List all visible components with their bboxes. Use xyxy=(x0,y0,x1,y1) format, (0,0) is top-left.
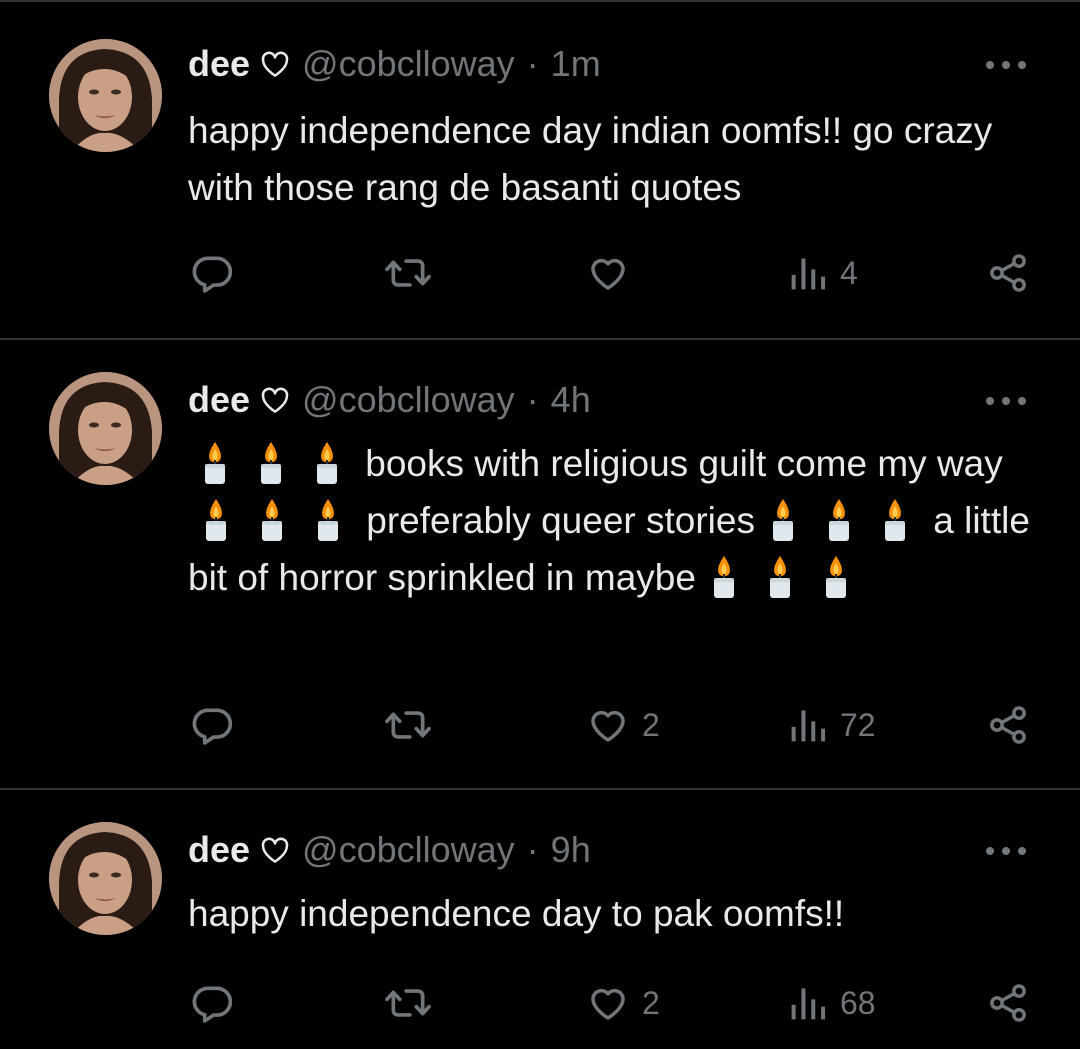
display-name[interactable]: dee xyxy=(188,42,250,86)
views-count: 68 xyxy=(840,984,876,1021)
more-icon[interactable] xyxy=(986,395,1026,407)
candle-emoji xyxy=(201,497,231,543)
display-name[interactable]: dee xyxy=(188,378,250,422)
reply-icon xyxy=(190,981,234,1025)
tweet-text: happy independence day indian oomfs!! go… xyxy=(188,110,993,208)
tweet-text: happy independence day to pak oomfs!! xyxy=(188,893,845,934)
tweet[interactable]: dee @cobclloway · 9h happy independence … xyxy=(0,790,1080,1049)
retweet-icon xyxy=(384,703,432,747)
heart-icon xyxy=(586,981,630,1025)
heart-outline-icon xyxy=(260,45,290,77)
candle-emoji xyxy=(824,497,854,543)
avatar[interactable] xyxy=(49,372,162,485)
like-count: 2 xyxy=(642,984,660,1021)
like-button[interactable] xyxy=(586,248,642,298)
reply-icon xyxy=(190,703,234,747)
reply-button[interactable] xyxy=(190,248,234,298)
retweet-button[interactable] xyxy=(384,700,432,750)
action-bar: 2 72 xyxy=(0,700,1080,750)
tweet-text: books with religious guilt come my way p… xyxy=(188,435,1038,606)
heart-outline-icon xyxy=(260,831,290,863)
heart-icon xyxy=(586,251,630,295)
like-count: 2 xyxy=(642,706,660,743)
tweet-header: dee @cobclloway · 4h xyxy=(188,378,591,422)
retweet-icon xyxy=(384,251,432,295)
tweet[interactable]: dee @cobclloway · 1m happy independence … xyxy=(0,2,1080,340)
reply-icon xyxy=(190,251,234,295)
share-icon xyxy=(986,703,1030,747)
share-button[interactable] xyxy=(986,248,1030,298)
candle-emoji xyxy=(765,554,795,600)
handle[interactable]: @cobclloway xyxy=(302,42,515,86)
retweet-button[interactable] xyxy=(384,248,432,298)
handle[interactable]: @cobclloway xyxy=(302,378,515,422)
separator-dot: · xyxy=(526,829,539,870)
retweet-button[interactable] xyxy=(384,978,432,1028)
like-button[interactable]: 2 xyxy=(586,700,660,750)
share-button[interactable] xyxy=(986,978,1030,1028)
tweet-header: dee @cobclloway · 1m xyxy=(188,42,601,86)
candle-emoji xyxy=(880,497,910,543)
action-bar: 2 68 xyxy=(0,978,1080,1028)
tweet-header: dee @cobclloway · 9h xyxy=(188,828,591,872)
avatar[interactable] xyxy=(49,39,162,152)
views-count: 4 xyxy=(840,254,858,291)
share-icon xyxy=(986,981,1030,1025)
candle-emoji xyxy=(313,497,343,543)
timestamp[interactable]: 4h xyxy=(551,378,591,422)
candle-emoji xyxy=(200,440,230,486)
views-icon xyxy=(788,981,828,1025)
separator-dot: · xyxy=(526,43,539,84)
heart-icon xyxy=(586,703,630,747)
display-name[interactable]: dee xyxy=(188,828,250,872)
views-button[interactable]: 68 xyxy=(788,978,876,1028)
timestamp[interactable]: 1m xyxy=(551,42,601,86)
separator-dot: · xyxy=(526,379,539,420)
reply-button[interactable] xyxy=(190,700,234,750)
views-button[interactable]: 72 xyxy=(788,700,876,750)
avatar[interactable] xyxy=(49,822,162,935)
action-bar: 4 xyxy=(0,248,1080,298)
candle-emoji xyxy=(768,497,798,543)
views-count: 72 xyxy=(840,706,876,743)
candle-emoji xyxy=(257,497,287,543)
handle[interactable]: @cobclloway xyxy=(302,828,515,872)
views-icon xyxy=(788,251,828,295)
candle-emoji xyxy=(709,554,739,600)
share-icon xyxy=(986,251,1030,295)
candle-emoji xyxy=(821,554,851,600)
views-button[interactable]: 4 xyxy=(788,248,858,298)
share-button[interactable] xyxy=(986,700,1030,750)
like-button[interactable]: 2 xyxy=(586,978,660,1028)
candle-emoji xyxy=(256,440,286,486)
heart-outline-icon xyxy=(260,381,290,413)
more-icon[interactable] xyxy=(986,59,1026,71)
reply-button[interactable] xyxy=(190,978,234,1028)
tweet[interactable]: dee @cobclloway · 4h books with religiou… xyxy=(0,340,1080,790)
retweet-icon xyxy=(384,981,432,1025)
timestamp[interactable]: 9h xyxy=(551,828,591,872)
views-icon xyxy=(788,703,828,747)
more-icon[interactable] xyxy=(986,845,1026,857)
candle-emoji xyxy=(312,440,342,486)
